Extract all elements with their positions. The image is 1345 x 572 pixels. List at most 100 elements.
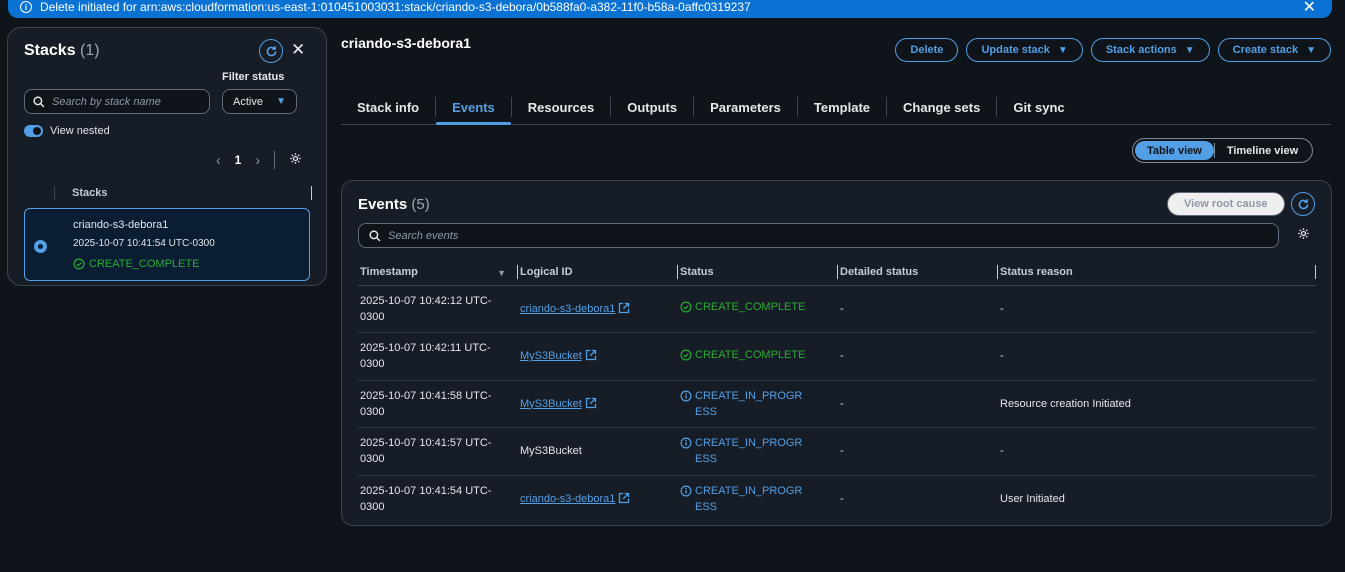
detailed-status-cell: -	[838, 380, 998, 428]
stack-list-item[interactable]: criando-s3-debora1 2025-10-07 10:41:54 U…	[24, 208, 310, 281]
column-header-status[interactable]: Status	[678, 259, 838, 286]
events-count: (5)	[411, 196, 430, 213]
pagination: ‹ 1 ›	[216, 151, 302, 169]
table-row: 2025-10-07 10:41:58 UTC-0300 MyS3Bucket …	[358, 380, 1316, 428]
check-circle-icon	[73, 258, 85, 270]
column-header-logical-id[interactable]: Logical ID	[518, 259, 678, 286]
events-container: Events (5) View root cause Search events…	[341, 180, 1332, 526]
status-cell: CREATE_IN_PROGRESS	[678, 475, 838, 523]
gear-icon[interactable]	[1297, 227, 1310, 243]
events-title: Events (5)	[358, 196, 430, 213]
stack-status-text: CREATE_COMPLETE	[89, 258, 200, 270]
external-link-icon	[585, 350, 596, 361]
view-nested-toggle[interactable]	[24, 125, 43, 137]
logical-id-link[interactable]: MyS3Bucket	[520, 350, 597, 362]
status-text: CREATE_IN_PROGRESS	[695, 485, 803, 513]
column-header-timestamp[interactable]: Timestamp ▼	[358, 259, 518, 286]
table-view-option[interactable]: Table view	[1135, 141, 1214, 160]
chevron-right-icon[interactable]: ›	[255, 152, 260, 168]
stacks-table-header: Stacks	[24, 184, 312, 202]
stack-tabs: Stack info Events Resources Outputs Para…	[341, 90, 1331, 125]
status-text: CREATE_IN_PROGRESS	[695, 389, 803, 418]
stack-actions-bar: Delete Update stack ▼ Stack actions ▼ Crea…	[895, 38, 1331, 62]
timestamp-text: 2025-10-07 10:42:11 UTC-0300	[360, 342, 491, 371]
page-number[interactable]: 1	[235, 153, 242, 167]
delete-button[interactable]: Delete	[895, 38, 959, 62]
status-reason-cell: -	[998, 285, 1316, 333]
logical-id-link[interactable]: criando-s3-debora1	[520, 302, 630, 315]
table-row: 2025-10-07 10:41:54 UTC-0300 criando-s3-…	[358, 475, 1316, 523]
column-header-status-reason[interactable]: Status reason	[998, 259, 1316, 286]
status-badge: CREATE_IN_PROGRESS	[680, 483, 807, 515]
gear-icon[interactable]	[289, 152, 302, 168]
close-icon[interactable]: ✕	[1303, 0, 1316, 17]
tab-git-sync[interactable]: Git sync	[997, 90, 1080, 124]
stack-status: CREATE_COMPLETE	[73, 258, 199, 270]
detailed-status-cell: -	[838, 332, 998, 381]
events-table: Timestamp ▼ Logical ID Status Detailed st…	[358, 259, 1316, 523]
info-circle-icon	[680, 437, 692, 449]
timestamp-text: 2025-10-07 10:41:54 UTC-0300	[360, 485, 492, 513]
stacks-panel: Stacks (1) ✕ Filter status Search by sta…	[7, 27, 327, 286]
stack-search-placeholder: Search by stack name	[52, 95, 161, 108]
logical-id-link[interactable]: criando-s3-debora1	[520, 492, 630, 505]
stack-actions-button[interactable]: Stack actions ▼	[1090, 38, 1210, 62]
events-search-input[interactable]: Search events	[358, 223, 1279, 248]
caret-down-icon: ▼	[1057, 44, 1068, 56]
detailed-status-cell: -	[840, 493, 844, 505]
tab-outputs[interactable]: Outputs	[611, 90, 693, 124]
status-cell: CREATE_IN_PROGRESS	[678, 380, 838, 428]
update-label: Update stack	[981, 44, 1050, 56]
create-stack-button[interactable]: Create stack ▼	[1217, 38, 1331, 62]
header-label: Logical ID	[520, 265, 573, 278]
logical-id-link[interactable]: MyS3Bucket	[520, 397, 597, 410]
flash-notification: i Delete initiated for arn:aws:cloudform…	[8, 0, 1332, 18]
update-stack-button[interactable]: Update stack ▼	[966, 38, 1083, 62]
external-link-icon	[619, 492, 630, 504]
logical-id-text: criando-s3-debora1	[520, 302, 616, 315]
detailed-status-cell: -	[838, 427, 998, 476]
logical-id-cell: MyS3Bucket	[518, 427, 678, 476]
status-reason-cell: Resource creation Initiated	[998, 380, 1316, 428]
chevron-left-icon[interactable]: ‹	[216, 152, 221, 168]
refresh-icon[interactable]	[1291, 192, 1315, 216]
timestamp-text: 2025-10-07 10:41:57 UTC-0300	[360, 437, 492, 466]
detailed-status-cell: -	[838, 285, 998, 333]
tab-parameters[interactable]: Parameters	[694, 90, 797, 124]
status-reason-cell: -	[998, 427, 1316, 476]
stack-radio-selected[interactable]	[34, 240, 47, 253]
view-root-cause-button[interactable]: View root cause	[1167, 192, 1285, 216]
search-icon	[33, 95, 45, 107]
page-title: criando-s3-debora1	[341, 35, 471, 51]
column-header-detailed-status[interactable]: Detailed status	[838, 259, 998, 286]
caret-down-icon: ▼	[1184, 44, 1195, 56]
stack-actions-label: Stack actions	[1105, 44, 1177, 56]
sort-down-icon[interactable]: ▼	[497, 268, 506, 278]
tab-resources[interactable]: Resources	[512, 90, 610, 124]
stack-search-input[interactable]: Search by stack name	[24, 89, 210, 114]
pager-divider	[274, 151, 276, 169]
tab-stack-info[interactable]: Stack info	[341, 90, 435, 124]
search-icon	[369, 229, 381, 241]
filter-status-label: Filter status	[222, 71, 285, 83]
logical-id-text: criando-s3-debora1	[520, 493, 616, 505]
close-panel-icon[interactable]: ✕	[291, 40, 305, 60]
create-label: Create stack	[1232, 44, 1299, 56]
table-row: 2025-10-07 10:42:11 UTC-0300 MyS3Bucket …	[358, 332, 1316, 381]
header-label: Detailed status	[840, 265, 919, 278]
tab-events[interactable]: Events	[436, 90, 511, 125]
timestamp-cell: 2025-10-07 10:41:58 UTC-0300	[358, 380, 518, 428]
filter-status-select[interactable]: Active ▼	[222, 89, 297, 114]
header-label: Status reason	[1000, 265, 1073, 278]
caret-down-icon: ▼	[1306, 44, 1316, 56]
stacks-count: (1)	[80, 42, 100, 59]
tab-change-sets[interactable]: Change sets	[887, 90, 996, 124]
timeline-view-option[interactable]: Timeline view	[1215, 141, 1310, 160]
table-row: 2025-10-07 10:41:57 UTC-0300 MyS3Bucket …	[358, 427, 1316, 476]
tab-template[interactable]: Template	[798, 90, 886, 124]
events-search-placeholder: Search events	[388, 229, 459, 242]
status-cell: CREATE_IN_PROGRESS	[678, 427, 838, 476]
header-divider	[54, 186, 55, 200]
refresh-icon[interactable]	[259, 39, 283, 63]
timestamp-text: 2025-10-07 10:42:12 UTC-0300	[360, 294, 492, 323]
